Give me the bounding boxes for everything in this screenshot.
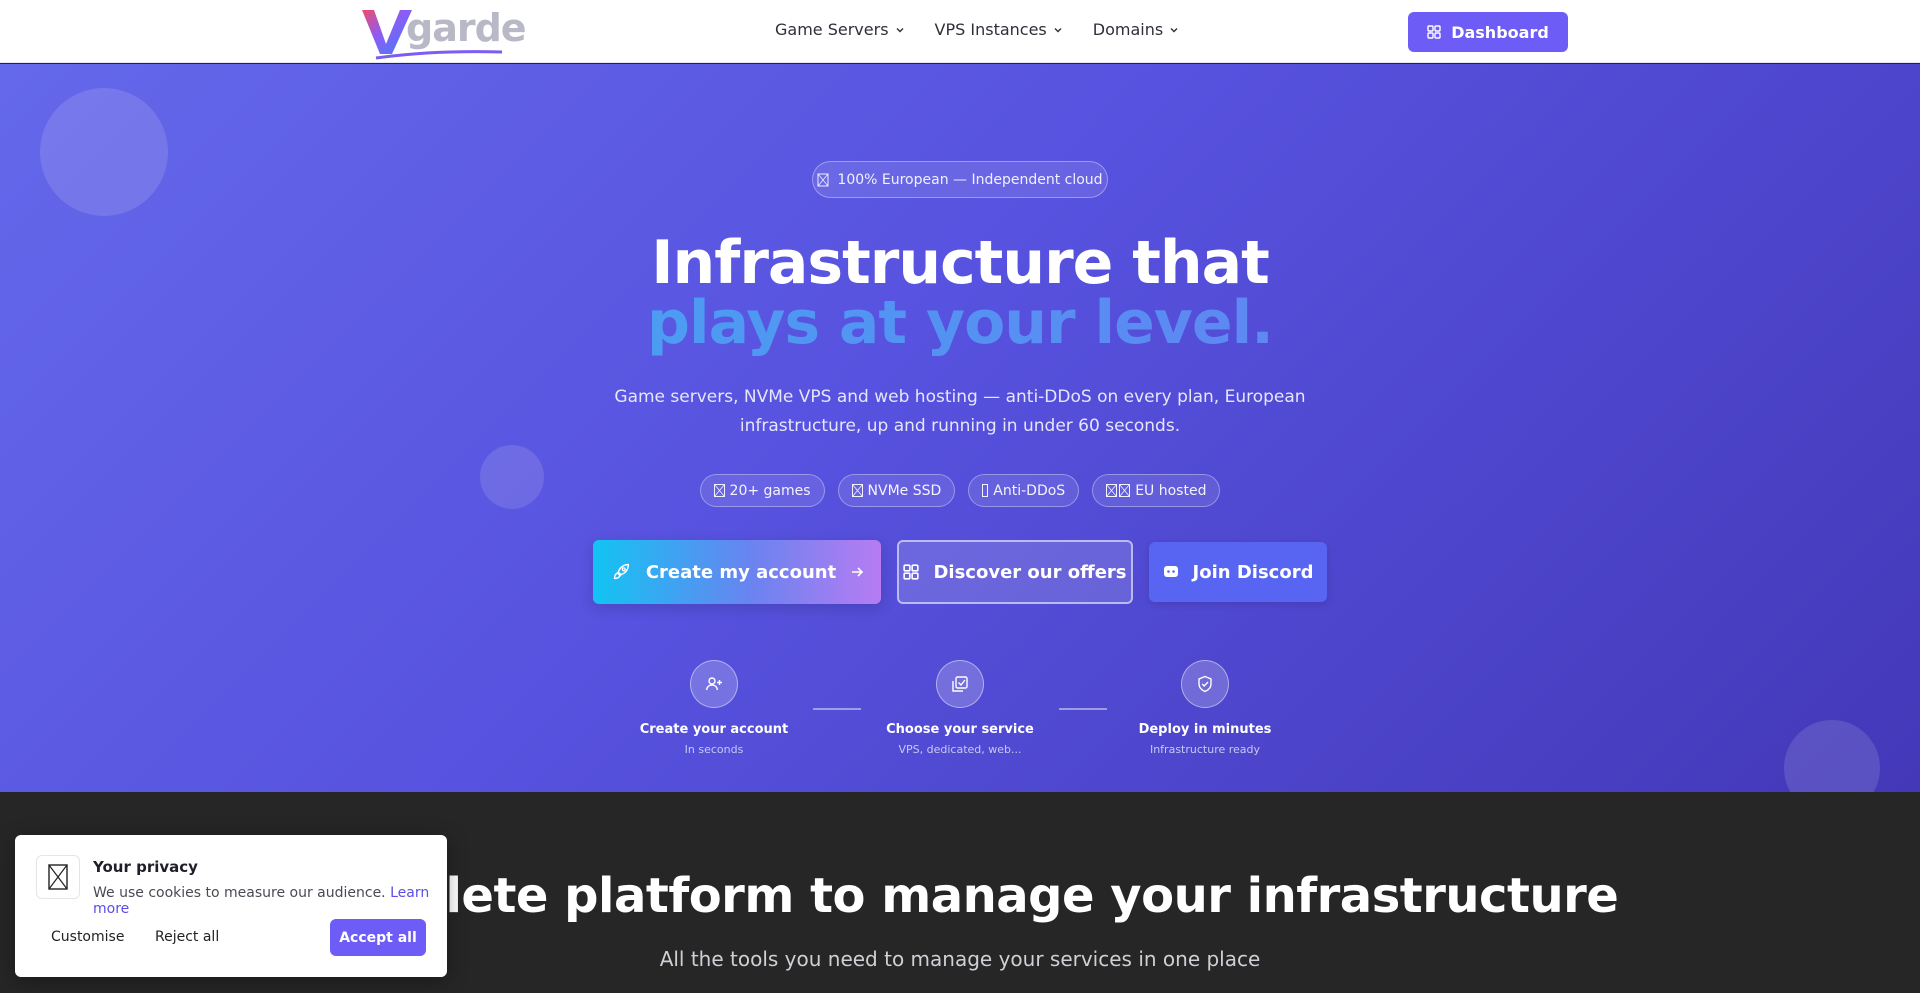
gamepad-icon xyxy=(713,484,725,497)
chevron-down-icon xyxy=(1054,27,1062,32)
step-connector xyxy=(1059,708,1107,710)
chip-antiddos-label: Anti-DDoS xyxy=(993,482,1066,499)
step-create-account: Create your account In seconds xyxy=(614,660,814,756)
chip-nvme-label: NVMe SSD xyxy=(867,482,942,499)
chip-nvme: NVMe SSD xyxy=(837,474,956,507)
cookie-title: Your privacy xyxy=(93,858,198,876)
hero-section: 100% European — Independent cloud Infras… xyxy=(0,64,1920,792)
cta-row: Create my account Discover our offers Jo… xyxy=(593,540,1327,604)
shield-check-icon xyxy=(1198,675,1212,693)
grid-icon xyxy=(1427,25,1441,39)
cookie-text: We use cookies to measure our audience. … xyxy=(93,885,447,917)
european-badge: 100% European — Independent cloud xyxy=(812,161,1108,198)
decorative-circle xyxy=(1784,720,1880,792)
decorative-circle xyxy=(40,88,168,216)
customise-button[interactable]: Customise xyxy=(51,929,124,945)
chevron-down-icon xyxy=(1170,27,1178,32)
chip-games: 20+ games xyxy=(699,474,825,507)
european-badge-label: 100% European — Independent cloud xyxy=(837,171,1103,188)
nav-domains[interactable]: Domains xyxy=(1093,20,1179,39)
rocket-icon xyxy=(613,563,629,580)
cookie-icon xyxy=(36,855,80,899)
vgarde-logo[interactable]: garde xyxy=(360,4,527,60)
eu-flag-icon xyxy=(1106,484,1131,497)
grid-icon xyxy=(903,564,920,580)
chip-eu-hosted-label: EU hosted xyxy=(1135,482,1207,499)
step-circle xyxy=(690,660,738,708)
dashboard-button[interactable]: Dashboard xyxy=(1408,12,1568,52)
logo-wordmark: garde xyxy=(406,6,527,50)
step-title: Create your account xyxy=(639,722,789,737)
feature-chips: 20+ games NVMe SSD Anti-DDoS EU hosted xyxy=(0,474,1920,507)
nav-game-servers-label: Game Servers xyxy=(775,20,889,39)
step-title: Choose your service xyxy=(886,722,1034,737)
hero-title-line2: plays at your level. xyxy=(0,288,1920,358)
discover-offers-button[interactable]: Discover our offers xyxy=(897,540,1133,604)
cookie-text-body: We use cookies to measure our audience. xyxy=(93,885,386,901)
check-square-icon xyxy=(952,676,968,692)
nav-domains-label: Domains xyxy=(1092,20,1164,39)
chevron-down-icon xyxy=(896,27,904,32)
hero-subtitle: Game servers, NVMe VPS and web hosting —… xyxy=(614,387,1306,436)
step-subtitle: VPS, dedicated, web... xyxy=(898,743,1022,756)
discover-offers-label: Discover our offers xyxy=(933,561,1127,583)
shield-icon xyxy=(982,484,989,497)
step-circle xyxy=(1181,660,1229,708)
nav-menu: Game Servers VPS Instances Domains xyxy=(775,20,1179,39)
step-choose-service: Choose your service VPS, dedicated, web.… xyxy=(860,660,1060,756)
create-account-label: Create my account xyxy=(645,561,837,583)
user-plus-icon xyxy=(705,677,722,691)
step-title: Deploy in minutes xyxy=(1138,722,1272,737)
create-account-button[interactable]: Create my account xyxy=(593,540,881,604)
chip-games-label: 20+ games xyxy=(729,482,811,499)
step-subtitle: In seconds xyxy=(684,743,744,756)
step-subtitle: Infrastructure ready xyxy=(1149,743,1261,756)
join-discord-button[interactable]: Join Discord xyxy=(1149,542,1327,602)
dashboard-button-label: Dashboard xyxy=(1451,22,1549,42)
step-circle xyxy=(936,660,984,708)
accept-all-button[interactable]: Accept all xyxy=(330,919,426,956)
nav-vps-instances-label: VPS Instances xyxy=(934,20,1047,39)
flag-icon xyxy=(817,173,829,186)
step-deploy: Deploy in minutes Infrastructure ready xyxy=(1105,660,1305,756)
nav-vps-instances[interactable]: VPS Instances xyxy=(935,20,1063,39)
storage-icon xyxy=(851,484,863,497)
reject-all-button[interactable]: Reject all xyxy=(155,929,219,945)
cookie-banner: Your privacy We use cookies to measure o… xyxy=(15,835,447,977)
arrow-right-icon xyxy=(852,567,864,577)
nav-game-servers[interactable]: Game Servers xyxy=(775,20,905,39)
top-navbar: garde Game Servers VPS Instances Domains… xyxy=(0,0,1920,63)
chip-eu-hosted: EU hosted xyxy=(1092,474,1221,507)
discord-icon xyxy=(1163,566,1178,577)
step-connector xyxy=(813,708,861,710)
chip-antiddos: Anti-DDoS xyxy=(968,474,1080,507)
join-discord-label: Join Discord xyxy=(1192,561,1314,583)
